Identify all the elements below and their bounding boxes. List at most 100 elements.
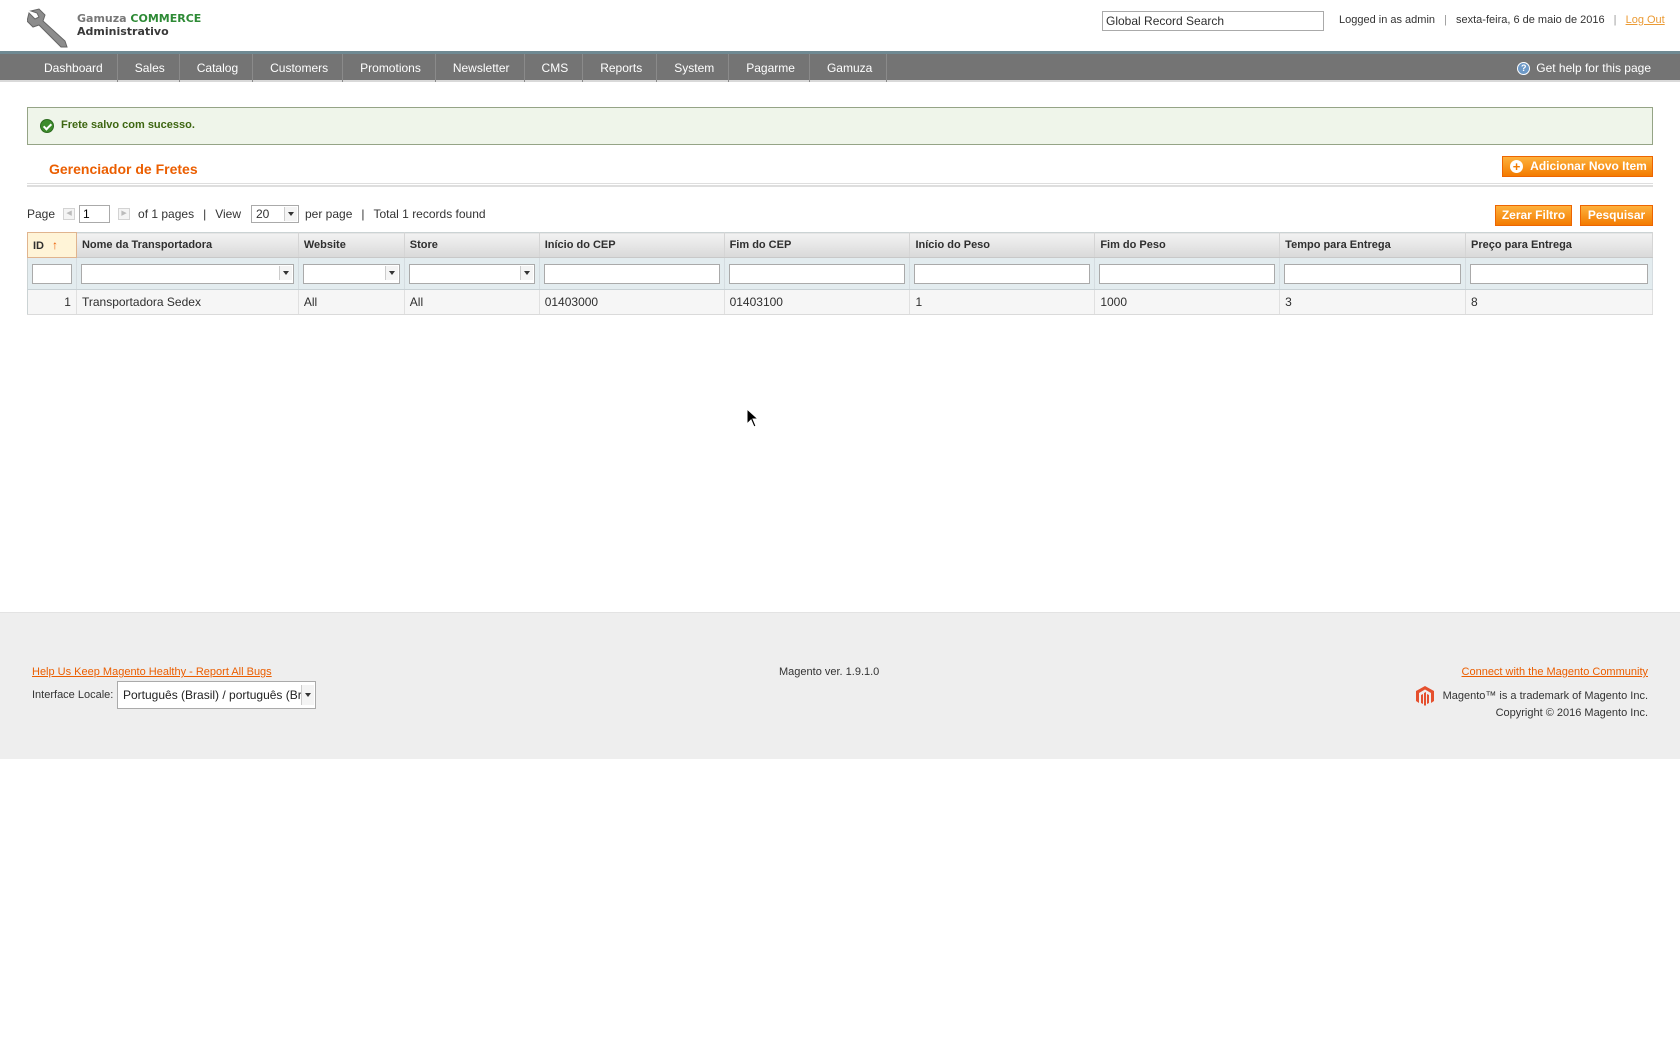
column-header-store[interactable]: Store xyxy=(404,232,540,258)
filter-cell xyxy=(909,257,1096,290)
column-header-carrier[interactable]: Nome da Transportadora xyxy=(76,232,299,258)
nav-item-catalog[interactable]: Catalog xyxy=(180,54,254,82)
column-header-id[interactable]: ID ↑ xyxy=(27,232,77,258)
separator: | xyxy=(203,207,207,221)
of-pages-text: of 1 pages xyxy=(138,207,195,221)
grid-header-row: ID ↑ Nome da Transportadora Website Store… xyxy=(27,232,1653,258)
locale-value: Português (Brasil) / português (Brasil) xyxy=(123,688,316,702)
cell-cep-start: 01403000 xyxy=(539,289,725,315)
logout-link[interactable]: Log Out xyxy=(1626,14,1665,26)
chevron-down-icon xyxy=(278,265,292,280)
per-page-label: per page xyxy=(305,207,353,221)
page-number-input[interactable] xyxy=(79,205,111,223)
logo-text: Gamuza COMMERCE Administrativo xyxy=(77,12,201,38)
search-button[interactable]: Pesquisar xyxy=(1580,205,1653,226)
main-nav: Dashboard Sales Catalog Customers Promot… xyxy=(0,54,1680,82)
prev-page-icon[interactable]: ◀ xyxy=(63,208,76,220)
global-search-input[interactable] xyxy=(1102,11,1324,31)
filter-cell xyxy=(298,257,405,290)
magento-logo-icon xyxy=(1415,686,1434,706)
cell-website: All xyxy=(298,289,405,315)
filter-delivery-time-input[interactable] xyxy=(1284,263,1462,284)
success-text: Frete salvo com sucesso. xyxy=(61,119,195,131)
sort-arrow-icon: ↑ xyxy=(52,238,58,252)
nav-item-pagarme[interactable]: Pagarme xyxy=(729,54,810,82)
filter-website-select[interactable] xyxy=(302,263,400,284)
report-bugs-link[interactable]: Help Us Keep Magento Healthy - Report Al… xyxy=(32,666,272,678)
nav-item-newsletter[interactable]: Newsletter xyxy=(436,54,525,82)
column-header-cep-start[interactable]: Início do CEP xyxy=(539,232,725,258)
column-header-delivery-price[interactable]: Preço para Entrega xyxy=(1465,232,1653,258)
grid-filter-row xyxy=(27,257,1653,290)
filter-id-input[interactable] xyxy=(32,263,72,284)
filter-cep-start-input[interactable] xyxy=(543,263,720,284)
nav-item-reports[interactable]: Reports xyxy=(583,54,658,82)
filter-cell xyxy=(76,257,299,290)
page-label: Page xyxy=(27,207,56,221)
table-row[interactable]: 1 Transportadora Sedex All All 01403000 … xyxy=(27,289,1653,315)
column-header-label: ID xyxy=(33,240,44,252)
cell-carrier: Transportadora Sedex xyxy=(76,289,299,315)
community-link[interactable]: Connect with the Magento Community xyxy=(1462,666,1648,678)
next-page-icon[interactable]: ▶ xyxy=(118,208,131,220)
nav-item-system[interactable]: System xyxy=(657,54,730,82)
mouse-cursor-icon xyxy=(746,408,760,428)
nav-item-gamuza[interactable]: Gamuza xyxy=(810,54,888,82)
per-page-select[interactable]: 20 xyxy=(251,205,299,223)
column-header-website[interactable]: Website xyxy=(298,232,405,258)
nav-item-sales[interactable]: Sales xyxy=(118,54,180,82)
filter-cep-end-input[interactable] xyxy=(728,263,906,284)
column-header-weight-end[interactable]: Fim do Peso xyxy=(1094,232,1281,258)
filter-cell xyxy=(404,257,540,290)
column-header-cep-end[interactable]: Fim do CEP xyxy=(724,232,911,258)
cell-store: All xyxy=(404,289,540,315)
header-user-info: Logged in as admin | sexta-feira, 6 de m… xyxy=(1339,14,1665,26)
footer: Help Us Keep Magento Healthy - Report Al… xyxy=(0,612,1680,759)
logo-brand: Gamuza xyxy=(77,12,127,25)
cell-id: 1 xyxy=(27,289,77,315)
cell-cep-end: 01403100 xyxy=(724,289,911,315)
filter-store-select[interactable] xyxy=(408,263,535,284)
cell-weight-end: 1000 xyxy=(1094,289,1281,315)
title-divider xyxy=(27,183,1653,187)
nav-item-customers[interactable]: Customers xyxy=(253,54,344,82)
wrench-icon xyxy=(27,8,68,48)
filter-carrier-select[interactable] xyxy=(80,263,294,284)
trademark-text: Magento™ is a trademark of Magento Inc. xyxy=(1442,690,1648,702)
page-title: Gerenciador de Fretes xyxy=(49,161,198,177)
nav-item-promotions[interactable]: Promotions xyxy=(343,54,436,82)
filter-weight-start-input[interactable] xyxy=(914,263,1091,284)
filter-weight-end-input[interactable] xyxy=(1099,263,1276,284)
filter-cell xyxy=(724,257,911,290)
column-header-delivery-time[interactable]: Tempo para Entrega xyxy=(1279,232,1467,258)
nav-item-dashboard[interactable]: Dashboard xyxy=(27,54,118,82)
column-header-weight-start[interactable]: Início do Peso xyxy=(909,232,1096,258)
separator: | xyxy=(1613,14,1617,26)
per-page-value: 20 xyxy=(256,207,270,221)
help-icon: ? xyxy=(1517,61,1531,75)
trademark: Magento™ is a trademark of Magento Inc. xyxy=(1415,685,1648,707)
plus-icon: + xyxy=(1510,160,1523,173)
filter-delivery-price-input[interactable] xyxy=(1470,263,1648,284)
admin-header: Gamuza COMMERCE Administrativo Logged in… xyxy=(0,0,1680,54)
filter-cell xyxy=(539,257,725,290)
filter-cell xyxy=(1094,257,1281,290)
locale-label: Interface Locale: xyxy=(32,689,114,701)
current-date: sexta-feira, 6 de maio de 2016 xyxy=(1456,14,1605,26)
locale-select[interactable]: Português (Brasil) / português (Brasil) xyxy=(117,681,316,709)
cell-delivery-price: 8 xyxy=(1465,289,1653,315)
success-message: Frete salvo com sucesso. xyxy=(27,107,1653,145)
logged-in-text: Logged in as admin xyxy=(1339,14,1436,26)
reset-filter-button[interactable]: Zerar Filtro xyxy=(1495,205,1572,226)
cell-delivery-time: 3 xyxy=(1279,289,1467,315)
chevron-down-icon xyxy=(519,265,533,280)
total-records: Total 1 records found xyxy=(373,207,486,221)
help-label: Get help for this page xyxy=(1536,61,1651,75)
add-new-item-button[interactable]: + Adicionar Novo Item xyxy=(1502,156,1653,177)
nav-item-cms[interactable]: CMS xyxy=(525,54,584,82)
filter-cell xyxy=(1279,257,1467,290)
help-link[interactable]: ? Get help for this page xyxy=(1517,61,1651,75)
logo[interactable]: Gamuza COMMERCE Administrativo xyxy=(27,7,212,49)
separator: | xyxy=(361,207,365,221)
logo-admin: Administrativo xyxy=(77,25,169,38)
